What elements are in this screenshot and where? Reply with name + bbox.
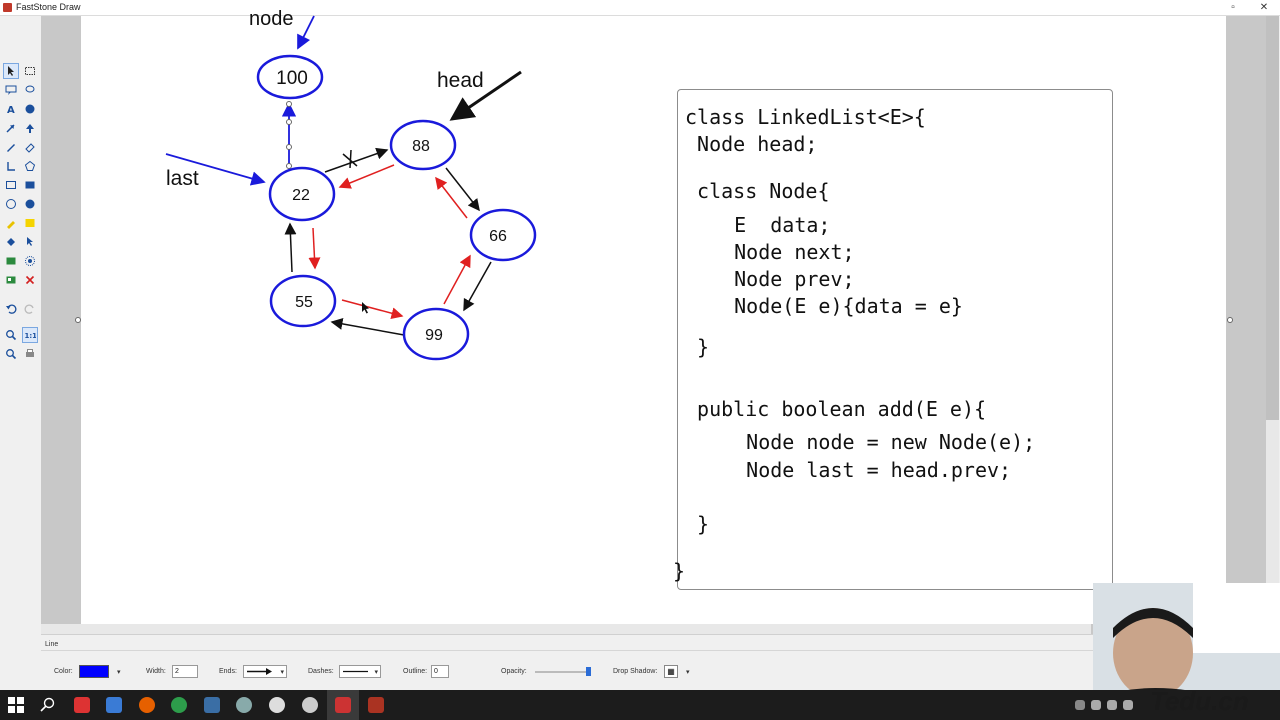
chevron-down-icon: ▾ <box>280 669 284 676</box>
code-line: } <box>685 512 710 536</box>
code-line: Node next; <box>698 240 855 264</box>
ends-dropdown[interactable]: ▾ <box>243 665 287 678</box>
app-window: FastStone Draw ▫ ✕ A 1:1 node head last … <box>0 0 1280 720</box>
tray-up-icon[interactable] <box>1075 700 1085 710</box>
next-arrow-99-55 <box>330 317 405 336</box>
code-line: E data; <box>698 213 831 237</box>
node-55[interactable]: 55 <box>269 274 337 328</box>
gear-icon[interactable] <box>302 697 318 713</box>
code-line: Node(E e){data = e} <box>698 294 963 318</box>
app-icon[interactable] <box>269 697 285 713</box>
opacity-slider[interactable] <box>535 671 591 673</box>
prev-arrow-66-88 <box>435 176 468 219</box>
code-line: Node head; <box>685 132 818 156</box>
prev-arrow-88-22 <box>338 164 395 189</box>
node-22[interactable]: 22 <box>268 166 336 222</box>
code-line: Node prev; <box>698 267 855 291</box>
selection-handle[interactable] <box>286 163 292 169</box>
code-text-box[interactable]: class LinkedList<E>{ Node head; class No… <box>673 89 1113 590</box>
node-pointer-arrow <box>297 15 315 50</box>
node-pointer-label: node <box>249 8 294 30</box>
code-line: Node last = head.prev; <box>698 458 1012 482</box>
code-line: class Node{ <box>685 179 830 203</box>
screen-icon[interactable] <box>106 697 122 713</box>
intellij-icon[interactable] <box>368 697 384 713</box>
node-value: 22 <box>292 187 310 204</box>
network-icon[interactable] <box>1123 700 1133 710</box>
node-value: 99 <box>425 327 443 344</box>
filezilla-icon[interactable] <box>74 697 90 713</box>
prev-arrow-99-66 <box>443 254 471 305</box>
node-value: 55 <box>295 294 313 311</box>
opacity-slider-thumb[interactable] <box>586 667 591 676</box>
code-line: public boolean add(E e){ <box>685 397 987 421</box>
faststone-icon[interactable] <box>335 697 351 713</box>
selection-handle[interactable] <box>286 101 292 107</box>
width-stepper[interactable]: 2 <box>172 665 198 678</box>
node-value: 88 <box>412 138 430 155</box>
arrow-end-icon <box>247 668 272 675</box>
code-line: } <box>673 559 686 583</box>
last-pointer-label: last <box>166 167 199 190</box>
drop-shadow-label: Drop Shadow: <box>613 668 658 675</box>
windows-start-icon[interactable] <box>8 697 24 713</box>
node-value: 100 <box>276 68 308 89</box>
opacity-label: Opacity: <box>501 668 527 675</box>
chrome-icon[interactable] <box>171 697 187 713</box>
dashes-dropdown[interactable]: ▾ <box>339 665 381 678</box>
dashes-label: Dashes: <box>308 668 334 675</box>
next-arrow-22-88 <box>324 147 389 173</box>
node-100[interactable]: 100 <box>256 54 324 100</box>
mouse-cursor-icon <box>362 302 369 314</box>
selection-handle[interactable] <box>286 119 292 125</box>
typora-icon[interactable] <box>204 697 220 713</box>
next-arrow-55-22 <box>284 222 297 273</box>
selection-handle[interactable] <box>286 144 292 150</box>
next-arrow-88-66 <box>445 167 480 212</box>
outline-label: Outline: <box>403 668 428 675</box>
prev-arrow-55-99 <box>341 299 404 320</box>
code-line: Node node = new Node(e); <box>698 430 1036 454</box>
app-icon[interactable] <box>236 697 252 713</box>
ends-label: Ends: <box>219 668 237 675</box>
color-label: Color: <box>54 668 73 675</box>
code-line: } <box>685 335 710 359</box>
drop-shadow-dropdown-arrow[interactable]: ▾ <box>686 668 690 676</box>
node-88[interactable]: 88 <box>389 119 457 171</box>
prev-arrow-22-55 <box>308 227 321 270</box>
color-swatch[interactable] <box>79 665 109 678</box>
color-dropdown-arrow[interactable]: ▾ <box>117 668 121 676</box>
node-99[interactable]: 99 <box>402 307 470 361</box>
mic-icon[interactable] <box>1091 700 1101 710</box>
watermark-logo: Tedu.cn <box>1150 686 1249 716</box>
firefox-icon[interactable] <box>139 697 155 713</box>
tab-line[interactable]: Line <box>45 641 58 648</box>
search-icon[interactable] <box>40 697 56 713</box>
node-66[interactable]: 66 <box>469 208 537 262</box>
width-label: Width: <box>146 668 166 675</box>
next-arrow-66-99 <box>463 261 492 312</box>
chevron-down-icon: ▾ <box>374 669 378 676</box>
drop-shadow-button[interactable]: ▦ <box>664 665 678 678</box>
outline-stepper[interactable]: 0 <box>431 665 449 678</box>
node-value: 66 <box>489 228 507 245</box>
solid-line-icon <box>343 670 368 673</box>
code-line: class LinkedList<E>{ <box>685 105 926 129</box>
taskbar <box>0 690 1280 720</box>
cloud-icon[interactable] <box>1107 700 1117 710</box>
head-pointer-label: head <box>437 69 484 92</box>
